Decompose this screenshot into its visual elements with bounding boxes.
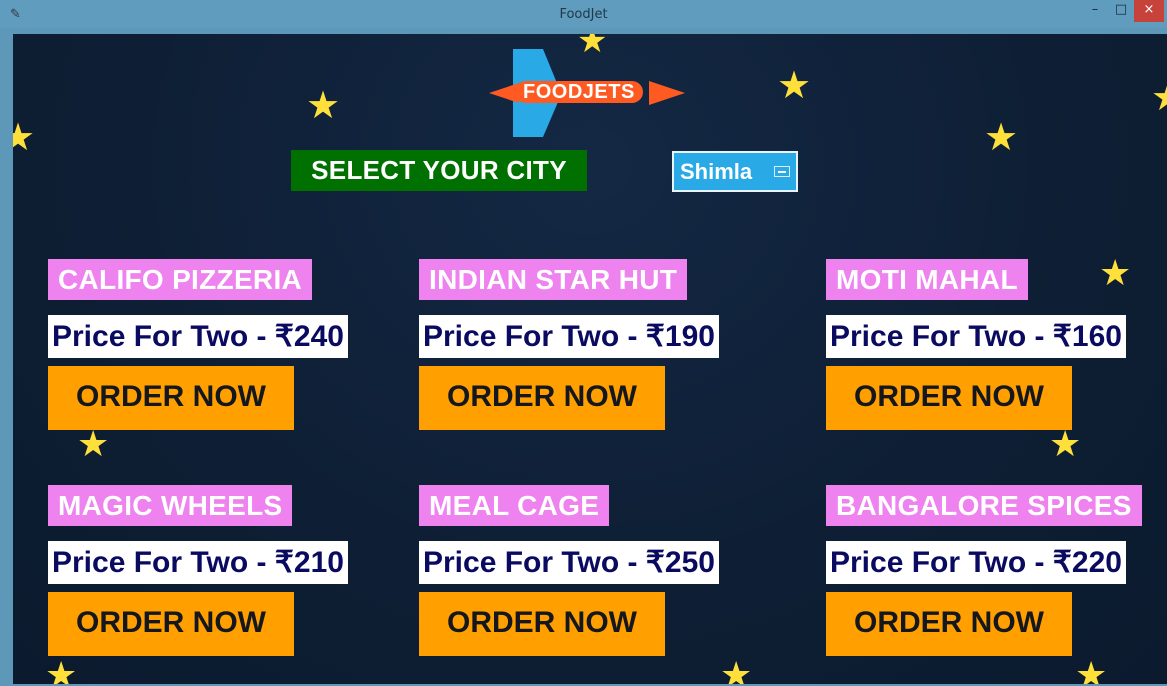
restaurant-name: MAGIC WHEELS	[48, 485, 293, 526]
star-icon: ★	[13, 115, 36, 159]
restaurant-name: BANGALORE SPICES	[826, 485, 1142, 526]
star-icon: ★	[45, 655, 78, 685]
order-now-button[interactable]: ORDER NOW	[826, 592, 1072, 656]
restaurant-price: Price For Two - ₹210	[48, 541, 348, 584]
restaurant-name: INDIAN STAR HUT	[419, 259, 688, 300]
maximize-button[interactable]: □	[1108, 0, 1134, 22]
star-icon: ★	[1099, 253, 1132, 294]
dropdown-indicator-icon	[774, 166, 790, 177]
restaurant-name: MOTI MAHAL	[826, 259, 1028, 300]
city-dropdown-value: Shimla	[680, 159, 753, 184]
star-icon: ★	[1075, 655, 1108, 685]
restaurant-price: Price For Two - ₹240	[48, 315, 348, 358]
restaurant-price: Price For Two - ₹190	[419, 315, 719, 358]
logo-text: FOODJETS	[515, 81, 643, 103]
restaurant-name: MEAL CAGE	[419, 485, 610, 526]
star-icon: ★	[306, 83, 341, 127]
select-city-label: SELECT YOUR CITY	[291, 150, 587, 191]
star-icon: ★	[984, 115, 1019, 159]
star-icon: ★	[777, 63, 812, 107]
foodjets-logo: FOODJETS	[489, 49, 689, 139]
main-canvas: ★ ★ ★ ★ ★ ★ ★ ★ ★ ★ ★ ★ FOODJETS SELECT …	[13, 34, 1167, 684]
restaurant-price: Price For Two - ₹250	[419, 541, 719, 584]
restaurant-name: CALIFO PIZZERIA	[48, 259, 313, 300]
order-now-button[interactable]: ORDER NOW	[48, 366, 294, 430]
restaurant-price: Price For Two - ₹160	[826, 315, 1126, 358]
star-icon: ★	[1049, 424, 1082, 465]
star-icon: ★	[720, 655, 753, 685]
close-button[interactable]: ×	[1134, 0, 1164, 22]
city-dropdown[interactable]: Shimla	[672, 151, 798, 192]
order-now-button[interactable]: ORDER NOW	[419, 592, 665, 656]
restaurant-price: Price For Two - ₹220	[826, 541, 1126, 584]
order-now-button[interactable]: ORDER NOW	[826, 366, 1072, 430]
order-now-button[interactable]: ORDER NOW	[48, 592, 294, 656]
order-now-button[interactable]: ORDER NOW	[419, 366, 665, 430]
title-bar: ✎ FoodJet – □ ×	[0, 0, 1167, 28]
star-icon: ★	[1151, 78, 1167, 116]
minimize-button[interactable]: –	[1082, 0, 1108, 22]
window-title: FoodJet	[559, 7, 608, 22]
star-icon: ★	[77, 424, 110, 465]
